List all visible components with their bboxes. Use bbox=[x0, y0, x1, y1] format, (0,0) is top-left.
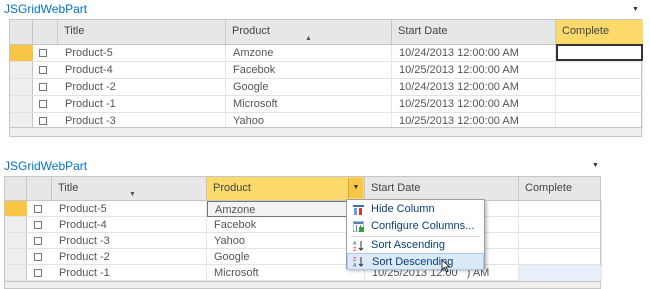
cell-product[interactable]: Amzone bbox=[226, 45, 392, 61]
table-row[interactable]: Product -2 Google bbox=[5, 249, 602, 265]
cell-title[interactable]: Product-4 bbox=[58, 62, 226, 78]
table-row[interactable]: Product-4 Facebok 10/25/2013 12:00:00 AM bbox=[10, 62, 643, 79]
cell-complete[interactable] bbox=[519, 233, 602, 249]
webpart-title[interactable]: JSGridWebPart bbox=[4, 2, 87, 16]
cell-complete-editing[interactable] bbox=[556, 44, 643, 61]
cell-complete[interactable] bbox=[556, 62, 643, 78]
sort-down-arrow-icon: ▼ bbox=[129, 191, 136, 198]
cell-complete[interactable] bbox=[519, 249, 602, 265]
column-dropdown-button[interactable]: ▼ bbox=[348, 178, 363, 198]
row-checkbox[interactable] bbox=[34, 253, 42, 261]
column-header-title[interactable]: Title bbox=[58, 20, 226, 44]
cell-start-date[interactable]: 10/25/2013 12:00:00 AM bbox=[392, 62, 556, 78]
sort-up-arrow-icon: ▲ bbox=[305, 35, 312, 42]
menu-item-hide-column[interactable]: Hide Column bbox=[347, 201, 484, 218]
cell-product[interactable]: Google bbox=[226, 79, 392, 95]
cell-title[interactable]: Product-5 bbox=[58, 45, 226, 61]
webpart-menu-icon[interactable]: ▼ bbox=[592, 162, 599, 169]
column-header-start-date[interactable]: Start Date bbox=[365, 177, 519, 200]
data-grid: Title Product Start Date Complete ▼ ▼ Pr… bbox=[4, 176, 602, 289]
cell-title[interactable]: Product-4 bbox=[52, 217, 207, 233]
cell-title[interactable]: Product -1 bbox=[58, 96, 226, 112]
row-checkbox[interactable] bbox=[34, 269, 42, 277]
cell-complete[interactable] bbox=[556, 96, 643, 112]
cell-complete[interactable] bbox=[519, 217, 602, 233]
table-row[interactable]: Product-5 Amzone bbox=[5, 201, 602, 217]
cell-complete[interactable] bbox=[519, 265, 602, 281]
column-header-complete[interactable]: Complete bbox=[519, 177, 602, 200]
header-checkbox-col bbox=[33, 20, 58, 44]
cell-product[interactable]: Microsoft bbox=[207, 265, 365, 281]
cell-product[interactable]: Facebok bbox=[226, 62, 392, 78]
row-checkbox[interactable] bbox=[39, 83, 47, 91]
webpart-menu-icon[interactable]: ▼ bbox=[632, 6, 639, 13]
svg-text:Z: Z bbox=[353, 247, 357, 251]
cell-complete[interactable] bbox=[519, 201, 602, 217]
row-checkbox[interactable] bbox=[34, 221, 42, 229]
row-checkbox[interactable] bbox=[39, 100, 47, 108]
row-checkbox[interactable] bbox=[39, 117, 47, 125]
menu-item-sort-ascending[interactable]: A Z Sort Ascending bbox=[347, 237, 484, 254]
svg-text:A: A bbox=[353, 263, 357, 267]
column-header-product[interactable]: Product bbox=[207, 177, 365, 200]
cell-product[interactable]: Yahoo bbox=[207, 233, 365, 249]
menu-item-label: Sort Ascending bbox=[371, 239, 445, 251]
cell-title[interactable]: Product -3 bbox=[52, 233, 207, 249]
cell-start-date[interactable]: 10/25/2013 12:00:00 AM bbox=[392, 96, 556, 112]
table-row[interactable]: Product-4 Facebok bbox=[5, 217, 602, 233]
row-checkbox[interactable] bbox=[34, 237, 42, 245]
cell-start-date[interactable]: 10/24/2013 12:00:00 AM bbox=[392, 79, 556, 95]
grid-header: Title Product Start Date Complete ▲ bbox=[10, 20, 643, 45]
menu-item-configure-columns[interactable]: Configure Columns... bbox=[347, 218, 484, 235]
hide-column-icon bbox=[353, 205, 364, 215]
mouse-pointer-icon bbox=[441, 259, 451, 273]
table-row[interactable]: Product-5 Amzone 10/24/2013 12:00:00 AM bbox=[10, 44, 643, 62]
sort-ascending-icon: A Z bbox=[353, 241, 364, 251]
menu-item-label: Hide Column bbox=[371, 203, 435, 215]
menu-item-label: Configure Columns... bbox=[371, 220, 475, 232]
header-checkbox-col bbox=[27, 177, 52, 200]
column-header-start-date[interactable]: Start Date bbox=[392, 20, 556, 44]
column-context-menu: Hide Column Configure Columns... A Z Sor… bbox=[346, 199, 485, 270]
row-checkbox[interactable] bbox=[39, 49, 47, 57]
table-row[interactable]: Product -2 Google 10/24/2013 12:00:00 AM bbox=[10, 79, 643, 96]
header-gutter bbox=[5, 177, 27, 200]
configure-columns-icon bbox=[353, 221, 364, 232]
column-header-complete[interactable]: Complete bbox=[556, 20, 643, 44]
cell-product[interactable]: Facebok bbox=[207, 217, 365, 233]
cell-start-date[interactable]: 10/24/2013 12:00:00 AM bbox=[392, 45, 556, 61]
cell-title[interactable]: Product -2 bbox=[52, 249, 207, 265]
grid-footer bbox=[10, 127, 641, 136]
cell-product[interactable]: Google bbox=[207, 249, 365, 265]
sort-descending-icon: Z A bbox=[353, 257, 364, 267]
header-gutter bbox=[10, 20, 33, 44]
top-webpart: JSGridWebPart ▼ Title Product Start Date… bbox=[0, 0, 650, 140]
cell-product-selected[interactable]: Amzone bbox=[207, 201, 348, 217]
cell-complete[interactable] bbox=[556, 79, 643, 95]
row-checkbox[interactable] bbox=[34, 205, 42, 213]
cell-title[interactable]: Product-5 bbox=[52, 201, 207, 217]
bottom-webpart: JSGridWebPart ▼ Title Product Start Date… bbox=[0, 155, 650, 289]
cell-product[interactable]: Microsoft bbox=[226, 96, 392, 112]
table-row[interactable]: Product -3 Yahoo bbox=[5, 233, 602, 249]
row-checkbox[interactable] bbox=[39, 66, 47, 74]
table-row[interactable]: Product -1 Microsoft 10/25/2013 12:00:00… bbox=[10, 96, 643, 113]
grid-footer bbox=[5, 281, 600, 288]
cell-title[interactable]: Product -2 bbox=[58, 79, 226, 95]
table-row[interactable]: Product -1 Microsoft 10/25/2013 12:00 ) … bbox=[5, 265, 602, 281]
data-grid: Title Product Start Date Complete ▲ Prod… bbox=[9, 19, 643, 137]
cell-title[interactable]: Product -1 bbox=[52, 265, 207, 281]
webpart-title[interactable]: JSGridWebPart bbox=[4, 159, 87, 173]
grid-header: Title Product Start Date Complete ▼ ▼ bbox=[5, 177, 600, 201]
menu-item-sort-descending[interactable]: Z A Sort Descending bbox=[347, 253, 484, 270]
